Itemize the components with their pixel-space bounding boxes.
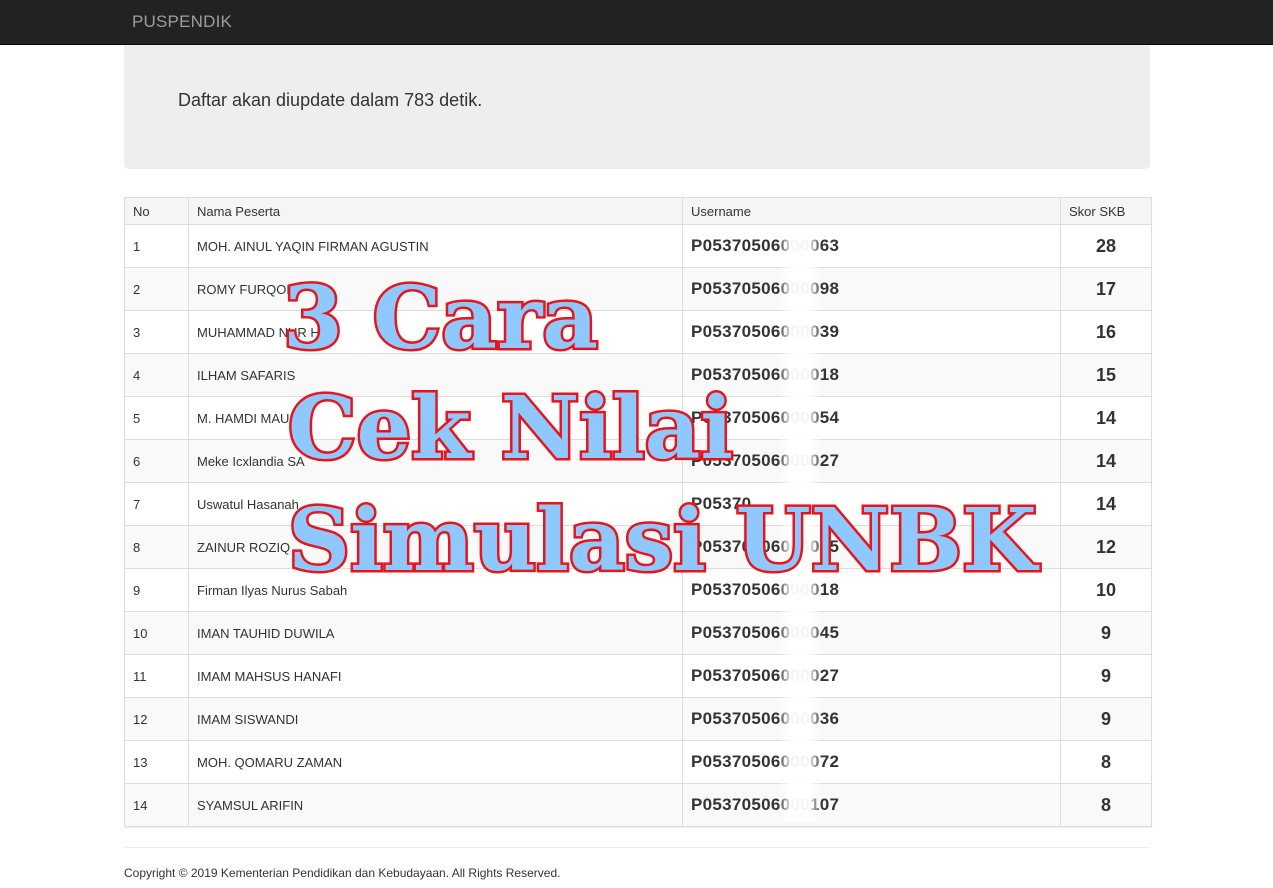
row-number: 13 — [124, 740, 189, 784]
participant-username: P05370506000027 — [682, 654, 1061, 698]
row-number: 2 — [124, 267, 189, 311]
participant-name: SYAMSUL ARIFIN — [188, 783, 683, 827]
participant-name: MUHAMMAD NUR H — [188, 310, 683, 354]
brand-link[interactable]: PUSPENDIK — [132, 12, 232, 32]
username-redaction-mask — [778, 232, 822, 822]
row-number: 6 — [124, 439, 189, 483]
skb-score: 9 — [1060, 654, 1152, 698]
top-navbar: PUSPENDIK — [0, 0, 1273, 45]
row-number: 1 — [124, 224, 189, 268]
skb-score: 15 — [1060, 353, 1152, 397]
participant-name: Meke Icxlandia SA — [188, 439, 683, 483]
participant-username: P05370506000036 — [682, 697, 1061, 741]
participant-username: P05370506000045 — [682, 611, 1061, 655]
participant-username: P05370506000039 — [682, 310, 1061, 354]
participant-name: M. HAMDI MAU — [188, 396, 683, 440]
table-row: 3 MUHAMMAD NUR H P05370506000039 16 — [124, 310, 1152, 354]
skb-score: 14 — [1060, 396, 1152, 440]
table-row: 6 Meke Icxlandia SA P05370506000027 14 — [124, 439, 1152, 483]
participant-username: P05370 — [682, 482, 1061, 526]
table-row: 11 IMAM MAHSUS HANAFI P05370506000027 9 — [124, 654, 1152, 698]
participant-name: IMAN TAUHID DUWILA — [188, 611, 683, 655]
participant-name: MOH. QOMARU ZAMAN — [188, 740, 683, 784]
table-row: 14 SYAMSUL ARIFIN P05370506000107 8 — [124, 783, 1152, 827]
participant-username: P05370506000063 — [682, 224, 1061, 268]
table-row: 2 ROMY FURQON P05370506000098 17 — [124, 267, 1152, 311]
skb-score: 8 — [1060, 783, 1152, 827]
skb-score: 10 — [1060, 568, 1152, 612]
column-header-score: Skor SKB — [1060, 197, 1152, 225]
skb-score: 16 — [1060, 310, 1152, 354]
participant-name: Firman Ilyas Nurus Sabah — [188, 568, 683, 612]
table-row: 12 IMAM SISWANDI P05370506000036 9 — [124, 697, 1152, 741]
update-countdown-text: Daftar akan diupdate dalam 783 detik. — [178, 90, 483, 110]
table-row: 8 ZAINUR ROZIQ P05370506000035 12 — [124, 525, 1152, 569]
row-number: 3 — [124, 310, 189, 354]
footer-copyright: Copyright © 2019 Kementerian Pendidikan … — [124, 866, 561, 880]
participant-name: ILHAM SAFARIS — [188, 353, 683, 397]
column-header-username: Username — [682, 197, 1061, 225]
table-row: 9 Firman Ilyas Nurus Sabah P05370506000018… — [124, 568, 1152, 612]
column-header-no: No — [124, 197, 189, 225]
participant-name: IMAM MAHSUS HANAFI — [188, 654, 683, 698]
row-number: 5 — [124, 396, 189, 440]
skb-score: 17 — [1060, 267, 1152, 311]
row-number: 8 — [124, 525, 189, 569]
table-row: 5 M. HAMDI MAU P05370506000054 14 — [124, 396, 1152, 440]
skb-score: 9 — [1060, 697, 1152, 741]
table-body: 1 MOH. AINUL YAQIN FIRMAN AGUSTIN P0537050… — [124, 224, 1152, 827]
participant-username: P05370506000072 — [682, 740, 1061, 784]
participant-name: ROMY FURQON — [188, 267, 683, 311]
row-number: 14 — [124, 783, 189, 827]
ranking-table: No Nama Peserta Username Skor SKB 1 MOH. … — [124, 197, 1152, 827]
footer-divider — [124, 847, 1150, 848]
table-header-row: No Nama Peserta Username Skor SKB — [124, 197, 1152, 225]
row-number: 9 — [124, 568, 189, 612]
participant-name: ZAINUR ROZIQ — [188, 525, 683, 569]
skb-score: 12 — [1060, 525, 1152, 569]
participant-username: P05370506000107 — [682, 783, 1061, 827]
table-row: 13 MOH. QOMARU ZAMAN P05370506000072 8 — [124, 740, 1152, 784]
participant-username: P05370506000027 — [682, 439, 1061, 483]
participant-username: P05370506000054 — [682, 396, 1061, 440]
participant-name: IMAM SISWANDI — [188, 697, 683, 741]
participant-username: P05370506000018 — [682, 353, 1061, 397]
table-row: 7 Uswatul Hasanah P05370 14 — [124, 482, 1152, 526]
update-notice-panel: Daftar akan diupdate dalam 783 detik. — [124, 45, 1150, 169]
row-number: 12 — [124, 697, 189, 741]
skb-score: 8 — [1060, 740, 1152, 784]
row-number: 10 — [124, 611, 189, 655]
skb-score: 14 — [1060, 439, 1152, 483]
table-row: 10 IMAN TAUHID DUWILA P05370506000045 9 — [124, 611, 1152, 655]
participant-username: P05370506000035 — [682, 525, 1061, 569]
participant-username: P05370506000018 — [682, 568, 1061, 612]
skb-score: 9 — [1060, 611, 1152, 655]
skb-score: 14 — [1060, 482, 1152, 526]
column-header-name: Nama Peserta — [188, 197, 683, 225]
row-number: 4 — [124, 353, 189, 397]
row-number: 11 — [124, 654, 189, 698]
participant-name: Uswatul Hasanah — [188, 482, 683, 526]
participant-name: MOH. AINUL YAQIN FIRMAN AGUSTIN — [188, 224, 683, 268]
skb-score: 28 — [1060, 224, 1152, 268]
table-row: 4 ILHAM SAFARIS P05370506000018 15 — [124, 353, 1152, 397]
row-number: 7 — [124, 482, 189, 526]
table-row: 1 MOH. AINUL YAQIN FIRMAN AGUSTIN P0537050… — [124, 224, 1152, 268]
participant-username: P05370506000098 — [682, 267, 1061, 311]
